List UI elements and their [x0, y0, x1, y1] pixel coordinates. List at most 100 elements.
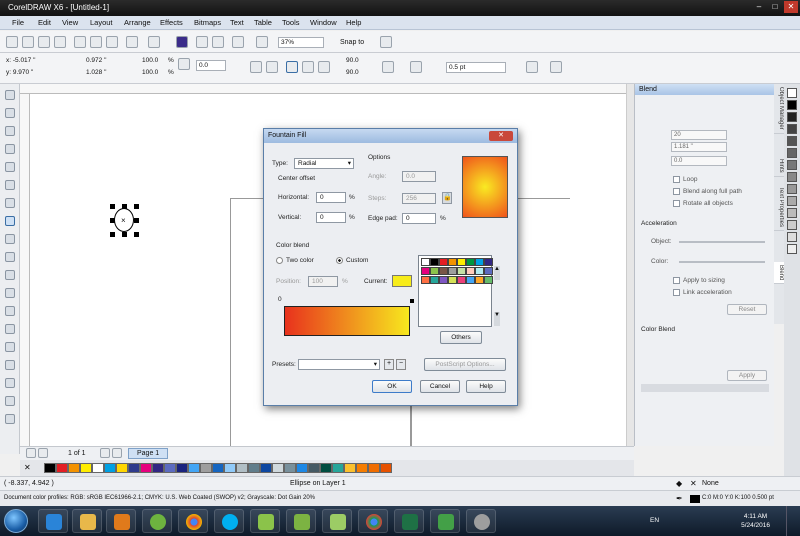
dimension-tool-icon[interactable] — [5, 306, 15, 316]
convert-curves-icon[interactable] — [550, 61, 562, 73]
fill-tool-icon[interactable] — [5, 396, 15, 406]
menu-text[interactable]: Text — [230, 18, 244, 27]
link-accel-checkbox[interactable] — [673, 289, 680, 296]
palette-swatch[interactable] — [787, 112, 797, 122]
type-select[interactable]: Radial ▾ — [294, 158, 354, 169]
dialog-close-button[interactable]: ✕ — [489, 131, 513, 141]
palette-swatch[interactable] — [308, 463, 320, 473]
corel-app-taskbar-icon[interactable] — [250, 509, 280, 533]
wrap-text-icon[interactable] — [410, 61, 422, 73]
pie-mode-icon[interactable] — [302, 61, 314, 73]
palette-cell[interactable] — [484, 276, 493, 284]
blend-full-path-checkbox[interactable] — [673, 188, 680, 195]
rotation-field[interactable]: 0.0 — [196, 60, 226, 71]
palette-cell[interactable] — [484, 267, 493, 275]
palette-cell[interactable] — [457, 267, 466, 275]
palette-swatch[interactable] — [787, 88, 797, 98]
menu-layout[interactable]: Layout — [90, 18, 113, 27]
palette-swatch[interactable] — [787, 220, 797, 230]
palette-scroll-up-icon[interactable]: ▲ — [494, 266, 500, 280]
position-field[interactable]: 100 — [308, 276, 338, 287]
minimize-button[interactable]: – — [752, 1, 766, 13]
scale-y[interactable]: 100.0 — [142, 69, 158, 76]
palette-swatch[interactable] — [140, 463, 152, 473]
menu-help[interactable]: Help — [346, 18, 361, 27]
palette-cell[interactable] — [448, 267, 457, 275]
presets-select[interactable]: ▾ — [298, 359, 380, 370]
postscript-options-button[interactable]: PostScript Options... — [424, 358, 506, 371]
language-indicator[interactable]: EN — [650, 517, 659, 524]
ie-taskbar-icon[interactable] — [38, 509, 68, 533]
new-icon[interactable] — [6, 36, 18, 48]
show-desktop-button[interactable] — [786, 506, 800, 536]
palette-swatch[interactable] — [332, 463, 344, 473]
horizontal-offset-field[interactable]: 0 — [316, 192, 346, 203]
edge-pad-field[interactable]: 0 — [402, 213, 436, 224]
selection-handle[interactable] — [110, 232, 115, 237]
crop-tool-icon[interactable] — [5, 126, 15, 136]
palette-cell[interactable] — [484, 258, 493, 266]
tab-text-properties[interactable]: Text Properties — [774, 184, 784, 232]
blend-rotation-field[interactable]: 0.0 — [671, 156, 727, 166]
help-button[interactable]: Help — [466, 380, 506, 393]
palette-swatch[interactable] — [787, 148, 797, 158]
menu-edit[interactable]: Edit — [38, 18, 51, 27]
palette-swatch[interactable] — [224, 463, 236, 473]
palette-swatch[interactable] — [56, 463, 68, 473]
basic-shapes-icon[interactable] — [5, 252, 15, 262]
shape-tool-icon[interactable] — [5, 108, 15, 118]
x-position[interactable]: x: -5.017 " — [6, 57, 35, 64]
palette-swatch[interactable] — [787, 136, 797, 146]
palette-cell[interactable] — [448, 258, 457, 266]
palette-swatch[interactable] — [200, 463, 212, 473]
palette-swatch[interactable] — [787, 184, 797, 194]
selection-handle[interactable] — [122, 232, 127, 237]
selection-handle[interactable] — [110, 218, 115, 223]
arc-mode-icon[interactable] — [318, 61, 330, 73]
palette-cell[interactable] — [439, 276, 448, 284]
gradient-bar[interactable] — [284, 306, 410, 336]
copy-icon[interactable] — [90, 36, 102, 48]
palette-cell[interactable] — [466, 258, 475, 266]
end-angle[interactable]: 90.0 — [346, 69, 359, 76]
corel-app-taskbar-icon[interactable] — [286, 509, 316, 533]
palette-cell[interactable] — [457, 276, 466, 284]
table-tool-icon[interactable] — [5, 288, 15, 298]
palette-swatch[interactable] — [128, 463, 140, 473]
tool-taskbar-icon[interactable] — [466, 509, 496, 533]
snap-to-dropdown[interactable]: Snap to — [340, 39, 364, 46]
outline-width-field[interactable]: 0.5 pt — [446, 62, 506, 73]
menu-table[interactable]: Table — [254, 18, 272, 27]
reset-button[interactable]: Reset — [727, 304, 767, 315]
start-angle[interactable]: 90.0 — [346, 57, 359, 64]
palette-cell[interactable] — [475, 276, 484, 284]
palette-swatch[interactable] — [188, 463, 200, 473]
selection-handle[interactable] — [110, 204, 115, 209]
palette-swatch[interactable] — [787, 172, 797, 182]
tab-object-manager[interactable]: Object Manager — [774, 84, 784, 134]
ellipse-mode-icon[interactable] — [286, 61, 298, 73]
smart-fill-icon[interactable] — [5, 180, 15, 190]
apply-button[interactable]: Apply — [727, 370, 767, 381]
save-icon[interactable] — [38, 36, 50, 48]
selection-handle[interactable] — [134, 204, 139, 209]
object-width[interactable]: 0.972 " — [86, 57, 106, 64]
palette-swatch[interactable] — [164, 463, 176, 473]
full-screen-icon[interactable] — [256, 36, 268, 48]
palette-swatch[interactable] — [104, 463, 116, 473]
export-icon[interactable] — [212, 36, 224, 48]
palette-swatch[interactable] — [68, 463, 80, 473]
vertical-offset-field[interactable]: 0 — [316, 212, 346, 223]
palette-swatch[interactable] — [212, 463, 224, 473]
rotate-all-checkbox[interactable] — [673, 200, 680, 207]
palette-scroll-down-icon[interactable]: ▼ — [494, 312, 500, 326]
palette-cell[interactable] — [439, 267, 448, 275]
palette-swatch[interactable] — [368, 463, 380, 473]
object-height[interactable]: 1.028 " — [86, 69, 106, 76]
palette-swatch[interactable] — [80, 463, 92, 473]
palette-swatch[interactable] — [787, 208, 797, 218]
palette-swatch[interactable] — [344, 463, 356, 473]
palette-swatch[interactable] — [787, 124, 797, 134]
selection-handle[interactable] — [122, 204, 127, 209]
mirror-vertical-icon[interactable] — [266, 61, 278, 73]
